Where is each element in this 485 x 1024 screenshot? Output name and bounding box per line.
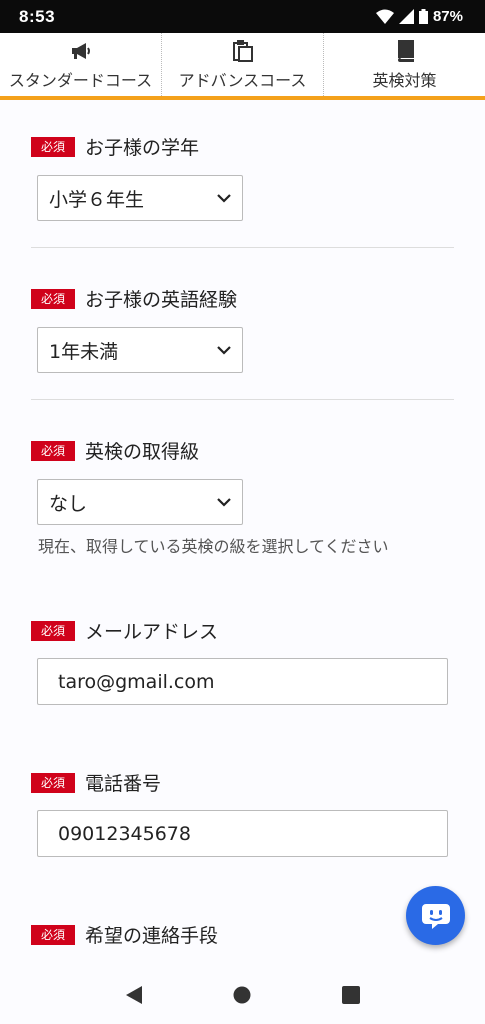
chat-bot-icon — [421, 903, 450, 929]
clipboard-icon — [232, 39, 253, 63]
contact-method-field: 必須 希望の連絡手段 — [31, 921, 218, 948]
course-tabs: スタンダードコース アドバンスコース 英検対策 — [0, 33, 485, 100]
english-experience-label: お子様の英語経験 — [85, 289, 238, 311]
phone-label: 電話番号 — [85, 773, 162, 795]
status-time: 8:53 — [19, 6, 56, 26]
email-label: メールアドレス — [85, 621, 219, 643]
tab-label: 英検対策 — [372, 70, 437, 90]
required-badge: 必須 — [31, 136, 76, 157]
megaphone-icon — [70, 39, 92, 63]
book-icon — [396, 39, 414, 63]
email-value: taro@gmail.com — [58, 670, 215, 693]
tab-label: アドバンスコース — [178, 70, 307, 90]
signal-icon — [398, 9, 414, 24]
english-experience-select[interactable]: 1年未満 — [37, 327, 243, 373]
required-badge: 必須 — [31, 620, 76, 641]
eiken-level-select[interactable]: なし — [37, 479, 243, 525]
phone-value: 09012345678 — [58, 822, 191, 845]
back-button[interactable] — [114, 975, 154, 1015]
email-field: 必須 メールアドレス taro@gmail.com — [31, 617, 448, 705]
contact-method-label: 希望の連絡手段 — [85, 925, 219, 947]
tab-standard-course[interactable]: スタンダードコース — [0, 33, 162, 96]
divider — [31, 399, 454, 400]
grade-value: 小学６年生 — [49, 188, 145, 211]
recents-button[interactable] — [331, 975, 371, 1015]
chevron-down-icon — [217, 346, 231, 355]
phone-field: 必須 電話番号 09012345678 — [31, 769, 448, 857]
tab-advance-course[interactable]: アドバンスコース — [162, 33, 324, 96]
battery-icon — [418, 9, 428, 24]
required-badge: 必須 — [31, 772, 76, 793]
grade-select[interactable]: 小学６年生 — [37, 175, 243, 221]
required-badge: 必須 — [31, 924, 76, 945]
english-experience-field: 必須 お子様の英語経験 1年未満 — [31, 285, 243, 373]
chevron-down-icon — [217, 498, 231, 507]
english-experience-value: 1年未満 — [49, 340, 119, 363]
tab-eiken-prep[interactable]: 英検対策 — [324, 33, 485, 96]
required-badge: 必須 — [31, 440, 76, 461]
wifi-icon — [375, 9, 394, 24]
chevron-down-icon — [217, 194, 231, 203]
required-badge: 必須 — [31, 288, 76, 309]
recents-square-icon — [341, 985, 360, 1004]
eiken-level-value: なし — [49, 492, 88, 515]
back-triangle-icon — [126, 985, 143, 1004]
eiken-level-label: 英検の取得級 — [85, 441, 200, 463]
home-button[interactable] — [222, 975, 262, 1015]
system-nav-bar — [0, 965, 485, 1024]
grade-label: お子様の学年 — [85, 137, 200, 159]
battery-level: 87% — [432, 8, 463, 25]
home-circle-icon — [233, 986, 251, 1003]
eiken-level-field: 必須 英検の取得級 なし 現在、取得している英検の級を選択してください — [31, 437, 389, 556]
grade-field: 必須 お子様の学年 小学６年生 — [31, 133, 243, 221]
phone-input[interactable]: 09012345678 — [37, 810, 448, 857]
tab-label: スタンダードコース — [8, 70, 153, 90]
status-icons: 87% — [375, 8, 463, 25]
divider — [31, 247, 454, 248]
chat-button[interactable] — [406, 886, 465, 945]
email-input[interactable]: taro@gmail.com — [37, 658, 448, 705]
eiken-level-help: 現在、取得している英検の級を選択してください — [38, 537, 389, 556]
status-bar: 8:53 87% — [0, 0, 485, 33]
